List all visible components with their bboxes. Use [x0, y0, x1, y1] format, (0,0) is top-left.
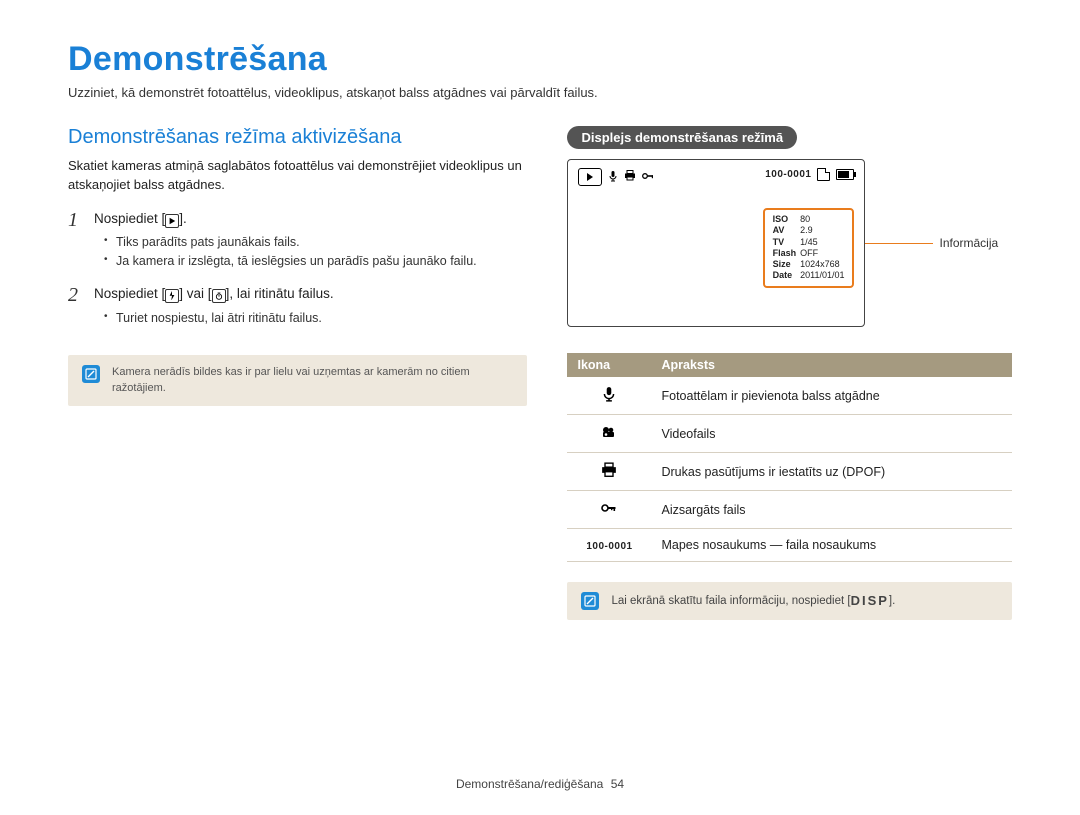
camera-screen: 100-0001 ISO80 AV2.9 TV1/45 FlashOFF Siz… — [567, 159, 865, 327]
table-cell: Fotoattēlam ir pievienota balss atgādne — [651, 377, 1012, 415]
right-heading-pill: Displejs demonstrēšanas režīmā — [567, 126, 797, 149]
callout-line: Informācija — [865, 236, 998, 250]
file-number-label: 100-0001 — [567, 529, 651, 562]
disp-button-label: DISP — [851, 593, 889, 608]
section-title: Demonstrēšanas režīma aktivizēšana — [68, 126, 527, 149]
left-column: Demonstrēšanas režīma aktivizēšana Skati… — [68, 126, 527, 620]
table-cell: Mapes nosaukums — faila nosaukums — [651, 529, 1012, 562]
battery-icon — [836, 169, 854, 180]
list-item: Tiks parādīts pats jaunākais fails. — [104, 233, 527, 252]
note-icon — [82, 365, 100, 383]
play-icon — [165, 214, 179, 228]
memory-card-icon — [817, 168, 830, 181]
page-number: 54 — [611, 777, 624, 791]
intro-text: Uzziniet, kā demonstrēt fotoattēlus, vid… — [68, 85, 1012, 100]
step-2: 2 Nospiediet [] vai [], lai ritinātu fai… — [68, 284, 527, 337]
step-number: 2 — [68, 284, 94, 337]
screen-top-right-icons: 100-0001 — [765, 168, 854, 181]
microphone-icon — [567, 377, 651, 415]
note-text: Kamera nerādīs bildes kas ir par lielu v… — [112, 365, 513, 396]
printer-small-icon — [624, 170, 636, 184]
table-cell: Aizsargāts fails — [651, 491, 1012, 529]
key-lock-icon — [567, 491, 651, 529]
step-2-bullets: Turiet nospiestu, lai ātri ritinātu fail… — [94, 309, 527, 328]
step-1-text: Nospiediet []. — [94, 209, 527, 229]
icon-description-table: Ikona Apraksts Fotoattēlam ir pievienota… — [567, 353, 1012, 562]
step-1-bullets: Tiks parādīts pats jaunākais fails. Ja k… — [94, 233, 527, 271]
step-number: 1 — [68, 209, 94, 281]
tip-box: Lai ekrānā skatītu faila informāciju, no… — [567, 582, 1012, 620]
printer-icon — [567, 453, 651, 491]
flash-icon — [165, 289, 179, 303]
table-header-icon: Ikona — [567, 353, 651, 377]
table-header-desc: Apraksts — [651, 353, 1012, 377]
section-intro: Skatiet kameras atmiņā saglabātos fotoat… — [68, 157, 527, 195]
table-row: Drukas pasūtījums ir iestatīts uz (DPOF) — [567, 453, 1012, 491]
list-item: Turiet nospiestu, lai ātri ritinātu fail… — [104, 309, 527, 328]
note-box: Kamera nerādīs bildes kas ir par lielu v… — [68, 355, 527, 406]
timer-icon — [212, 289, 226, 303]
tip-text: Lai ekrānā skatītu faila informāciju, no… — [611, 592, 895, 610]
right-column: Displejs demonstrēšanas režīmā 100-0001 — [567, 126, 1012, 620]
mic-small-icon — [608, 170, 618, 185]
manual-page: Demonstrēšana Uzziniet, kā demonstrēt fo… — [0, 0, 1080, 815]
table-cell: Drukas pasūtījums ir iestatīts uz (DPOF) — [651, 453, 1012, 491]
file-number: 100-0001 — [765, 169, 811, 180]
note-icon — [581, 592, 599, 610]
playback-mode-icon — [578, 168, 602, 186]
two-column-layout: Demonstrēšanas režīma aktivizēšana Skati… — [68, 126, 1012, 620]
table-row: 100-0001 Mapes nosaukums — faila nosauku… — [567, 529, 1012, 562]
lock-small-icon — [642, 171, 654, 184]
table-row: Fotoattēlam ir pievienota balss atgādne — [567, 377, 1012, 415]
table-cell: Videofails — [651, 415, 1012, 453]
callout-label: Informācija — [939, 236, 998, 250]
table-row: Videofails — [567, 415, 1012, 453]
footer-text: Demonstrēšana/rediģēšana — [456, 777, 603, 791]
step-1: 1 Nospiediet []. Tiks parādīts pats jaun… — [68, 209, 527, 281]
page-title: Demonstrēšana — [68, 40, 1012, 79]
video-camera-icon — [567, 415, 651, 453]
display-illustration: 100-0001 ISO80 AV2.9 TV1/45 FlashOFF Siz… — [567, 159, 1012, 327]
page-footer: Demonstrēšana/rediģēšana 54 — [0, 777, 1080, 791]
info-overlay-box: ISO80 AV2.9 TV1/45 FlashOFF Size1024x768… — [763, 208, 855, 288]
table-row: Aizsargāts fails — [567, 491, 1012, 529]
step-2-text: Nospiediet [] vai [], lai ritinātu failu… — [94, 284, 527, 304]
list-item: Ja kamera ir izslēgta, tā ieslēgsies un … — [104, 252, 527, 271]
